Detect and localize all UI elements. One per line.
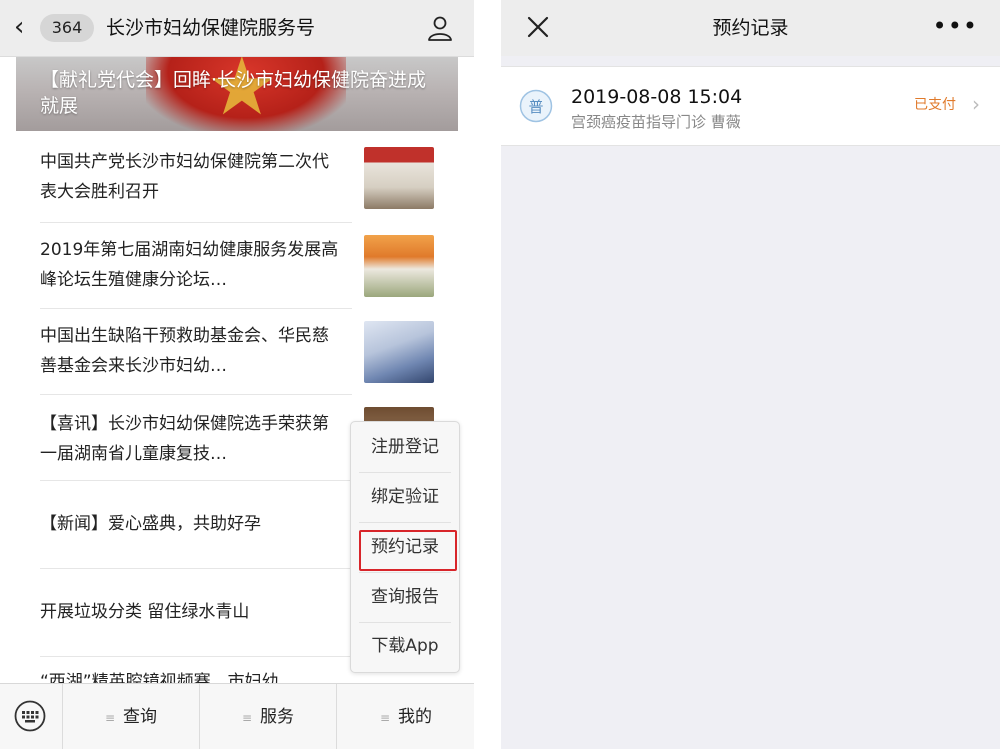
tab-label: 查询 [123, 707, 158, 727]
person-icon[interactable] [426, 14, 454, 42]
tab-mine[interactable]: ≡ 我的 [336, 684, 474, 749]
tab-service[interactable]: ≡ 服务 [199, 684, 336, 749]
appointment-record-item[interactable]: 普 2019-08-08 15:04 宫颈癌疫苗指导门诊 曹薇 已支付 › [501, 66, 1000, 146]
back-button[interactable]: ‹ [14, 14, 24, 40]
menu-item-bind-verify[interactable]: 绑定验证 [357, 473, 453, 522]
menu-icon: ≡ [379, 711, 391, 725]
highlight-box [359, 530, 457, 571]
article-thumbnail [364, 235, 434, 297]
menu-item-register[interactable]: 注册登记 [357, 423, 453, 472]
menu-icon: ≡ [241, 711, 253, 725]
svg-text:普: 普 [528, 98, 543, 116]
keyboard-icon[interactable] [14, 700, 46, 732]
top-nav-bar: 预约记录 ••• [501, 0, 1000, 56]
article-thumbnail [364, 147, 434, 209]
chat-screen: ‹ 364 长沙市妇幼保健院服务号 ★ 【献礼党代会】回眸·长沙市妇幼保健院奋进… [0, 0, 474, 749]
page-title: 长沙市妇幼保健院服务号 [106, 17, 316, 39]
appointment-datetime: 2019-08-08 15:04 [571, 86, 743, 108]
appointment-records-screen: 预约记录 ••• 普 2019-08-08 15:04 宫颈癌疫苗指导门诊 曹薇… [501, 0, 1000, 749]
article-thumbnail [364, 321, 434, 383]
more-options-button[interactable]: ••• [933, 12, 978, 40]
article-title: 开展垃圾分类 留住绿水青山 [40, 602, 250, 622]
page-title: 预约记录 [712, 17, 789, 39]
banner-title: 【献礼党代会】回眸·长沙市妇幼保健院奋进成就展 [40, 69, 427, 117]
article-title: 中国出生缺陷干预救助基金会、华民慈善基金会来长沙市妇幼… [40, 326, 329, 376]
article-item[interactable]: 2019年第七届湖南妇幼健康服务发展高峰论坛生殖健康分论坛… [16, 223, 458, 309]
tab-query[interactable]: ≡ 查询 [62, 684, 199, 749]
banner-article[interactable]: ★ 【献礼党代会】回眸·长沙市妇幼保健院奋进成就展 [16, 57, 458, 131]
hospital-logo-icon: 普 [519, 89, 553, 123]
menu-item-query-report[interactable]: 查询报告 [357, 573, 453, 622]
chevron-right-icon: › [972, 92, 980, 116]
article-item[interactable]: 中国出生缺陷干预救助基金会、华民慈善基金会来长沙市妇幼… [16, 309, 458, 395]
bottom-menu-bar: ≡ 查询 ≡ 服务 ≡ 我的 [0, 683, 474, 749]
menu-item-download-app[interactable]: 下载App [357, 622, 453, 671]
tab-label: 我的 [398, 707, 433, 727]
payment-status: 已支付 [914, 97, 956, 113]
article-item[interactable]: 中国共产党长沙市妇幼保健院第二次代表大会胜利召开 [16, 131, 458, 223]
my-submenu-popup: 注册登记 绑定验证 预约记录 查询报告 下载App [350, 421, 460, 673]
appointment-detail: 宫颈癌疫苗指导门诊 曹薇 [571, 113, 741, 131]
top-nav-bar: ‹ 364 长沙市妇幼保健院服务号 [0, 0, 474, 57]
article-title: 中国共产党长沙市妇幼保健院第二次代表大会胜利召开 [40, 152, 329, 202]
article-title: 【新闻】爱心盛典，共助好孕 [40, 514, 261, 534]
unread-count-badge[interactable]: 364 [40, 14, 94, 42]
menu-icon: ≡ [104, 711, 116, 725]
article-title: “西湖”精英腔镜视频赛，市妇幼 [40, 672, 279, 683]
article-title: 2019年第七届湖南妇幼健康服务发展高峰论坛生殖健康分论坛… [40, 240, 339, 290]
article-title: 【喜讯】长沙市妇幼保健院选手荣获第一届湖南省儿童康复技… [40, 414, 329, 464]
tab-label: 服务 [260, 707, 295, 727]
